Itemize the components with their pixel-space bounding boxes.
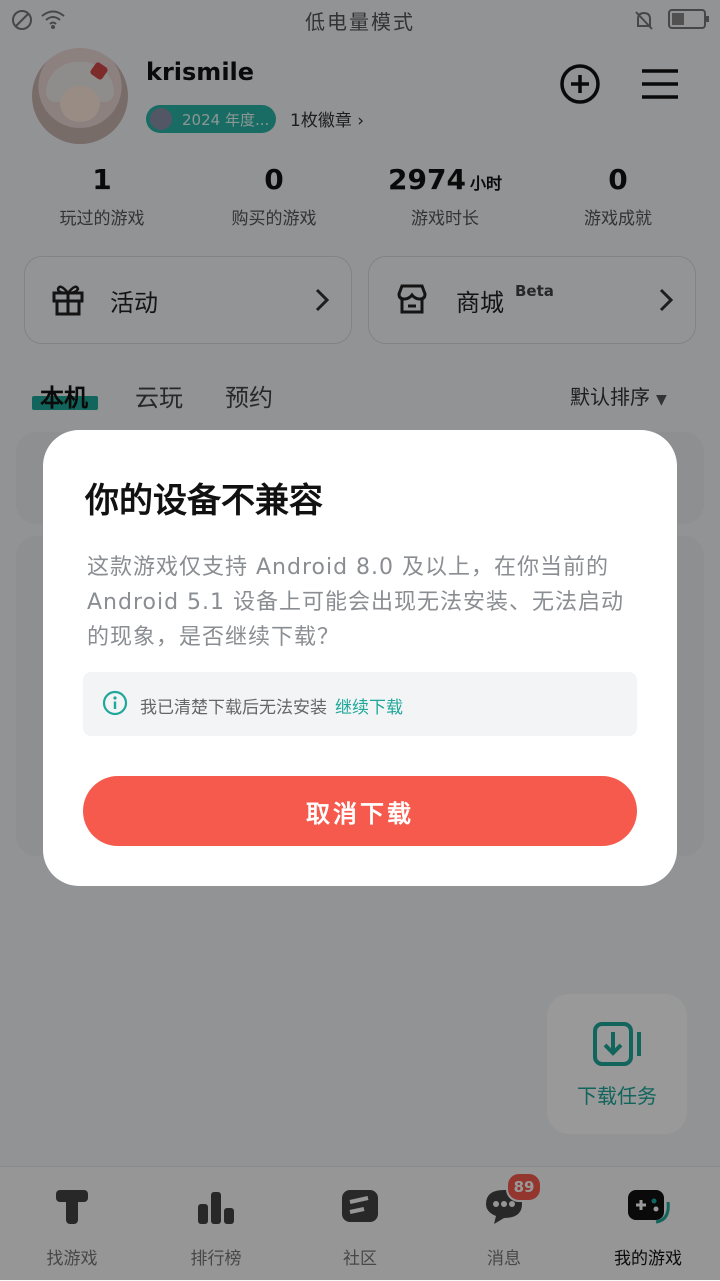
notice-text: 我已清楚下载后无法安装 xyxy=(140,698,327,718)
acknowledge-text: 我已清楚下载后无法安装 继续下载 xyxy=(140,693,403,718)
cancel-download-button[interactable]: 取消下载 xyxy=(83,776,637,846)
info-icon xyxy=(102,690,128,716)
dialog-message: 这款游戏仅支持 Android 8.0 及以上，在你当前的 Android 5.… xyxy=(87,555,625,650)
continue-download-link[interactable]: 继续下载 xyxy=(335,698,403,718)
dialog-title: 你的设备不兼容 xyxy=(85,481,323,521)
